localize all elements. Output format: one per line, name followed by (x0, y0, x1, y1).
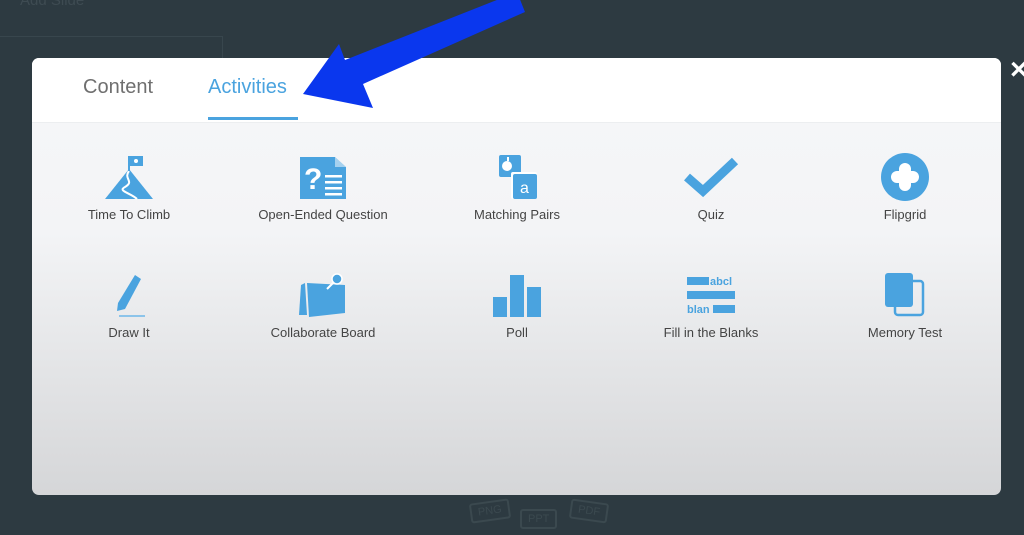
activity-matching-pairs[interactable]: a Matching Pairs (422, 153, 612, 222)
activity-label: Poll (506, 325, 528, 340)
background-title: Add Slide (20, 0, 85, 9)
matching-letter: a (520, 180, 529, 197)
activity-label: Fill in the Blanks (663, 325, 759, 340)
pinned-board-icon (299, 273, 345, 317)
activity-open-ended-question[interactable]: ? Open-Ended Question (228, 153, 418, 222)
pencil-icon (117, 275, 145, 317)
mountain-flag-icon (105, 156, 153, 200)
activity-collaborate-board[interactable]: Collaborate Board (228, 271, 418, 340)
tab-content[interactable]: Content (83, 76, 153, 117)
memory-cards-icon (885, 273, 925, 317)
activity-label: Memory Test (867, 325, 943, 340)
bar-chart-icon (493, 275, 541, 317)
activity-label: Collaborate Board (270, 325, 376, 340)
ppt-icon: PPT (520, 509, 558, 529)
matching-cards-icon: a (499, 155, 537, 199)
add-slide-modal: Content Activities Time To Climb ? Open-… (32, 58, 1001, 495)
svg-text:?: ? (304, 163, 322, 196)
flipgrid-plus-icon (881, 153, 929, 201)
checkmark-icon (684, 157, 739, 198)
activity-label: Matching Pairs (474, 207, 560, 222)
activity-poll[interactable]: Poll (422, 271, 612, 340)
activity-label: Time To Climb (87, 207, 171, 222)
annotation-arrow (303, 0, 525, 108)
activity-label: Draw It (108, 325, 150, 340)
activity-label: Flipgrid (883, 207, 927, 222)
fill-top-text: abcl (710, 276, 732, 288)
close-button[interactable]: × (1010, 55, 1024, 85)
activity-fill-in-the-blanks[interactable]: abcl blan Fill in the Blanks (616, 271, 806, 340)
tab-activities[interactable]: Activities (208, 76, 298, 120)
background-filetype-icons: PNG PPT PDF (468, 495, 640, 535)
activity-label: Open-Ended Question (258, 207, 388, 222)
fill-bottom-text: blan (687, 304, 710, 316)
png-icon: PNG (468, 498, 512, 524)
activity-time-to-climb[interactable]: Time To Climb (34, 153, 224, 222)
question-document-icon: ? (300, 157, 346, 199)
activity-memory-test[interactable]: Memory Test (810, 271, 1000, 340)
activity-draw-it[interactable]: Draw It (34, 271, 224, 340)
fill-blanks-icon: abcl blan (687, 276, 735, 316)
activity-label: Quiz (697, 207, 725, 222)
pdf-icon: PDF (568, 498, 610, 524)
activity-quiz[interactable]: Quiz (616, 153, 806, 222)
activity-flipgrid[interactable]: Flipgrid (810, 153, 1000, 222)
